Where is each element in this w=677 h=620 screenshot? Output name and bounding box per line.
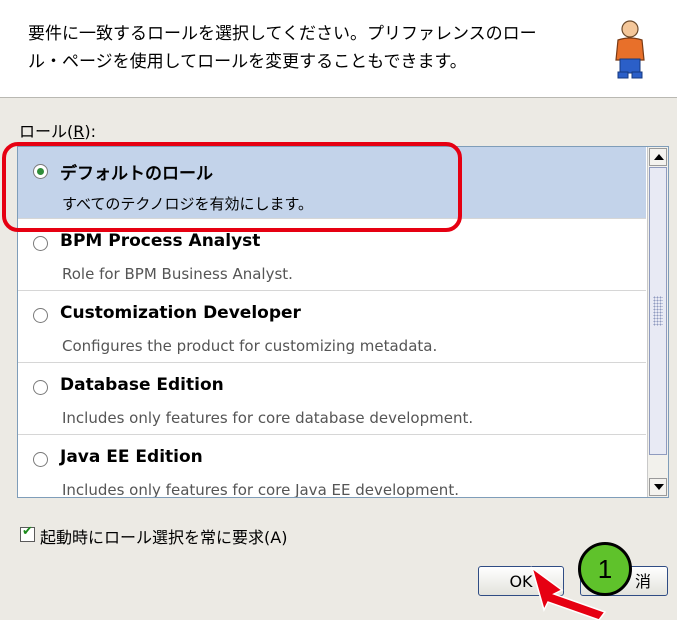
person-icon: [615, 20, 645, 79]
header-text-line1: 要件に一致するロールを選択してください。プリファレンスのロー: [28, 24, 537, 44]
always-prompt-checkbox[interactable]: ✔: [20, 524, 35, 542]
radio-button[interactable]: [33, 380, 48, 395]
dialog-header: 要件に一致するロールを選択してください。プリファレンスのロー ル・ページを使用し…: [0, 0, 677, 98]
roles-label-text: ロール(: [19, 122, 74, 141]
scroll-down-button[interactable]: [649, 478, 667, 496]
header-instructions: 要件に一致するロールを選択してください。プリファレンスのロー ル・ページを使用し…: [28, 20, 588, 76]
checkmark-icon: ✔: [22, 524, 33, 539]
role-description: Includes only features for core Java EE …: [62, 481, 459, 497]
role-description: Role for BPM Business Analyst.: [62, 265, 293, 283]
role-item-database-edition[interactable]: Database Edition Includes only features …: [18, 363, 646, 435]
arrow-down-icon: [654, 484, 664, 490]
role-description: Configures the product for customizing m…: [62, 337, 438, 355]
roles-label-mnemonic: R: [73, 122, 85, 141]
radio-button[interactable]: [33, 236, 48, 251]
radio-button[interactable]: [33, 452, 48, 467]
scrollbar-thumb[interactable]: [649, 167, 667, 455]
role-name: Java EE Edition: [60, 447, 203, 467]
always-prompt-label: 起動時にロール選択を常に要求(A): [40, 528, 288, 547]
role-item-java-ee-edition[interactable]: Java EE Edition Includes only features f…: [18, 435, 646, 497]
role-description: Includes only features for core database…: [62, 409, 474, 427]
header-text-line2: ル・ページを使用してロールを変更することもできます。: [28, 52, 467, 72]
scroll-up-button[interactable]: [649, 148, 667, 166]
grip-icon: [653, 296, 663, 326]
arrow-up-icon: [654, 154, 664, 160]
radio-button[interactable]: [33, 308, 48, 323]
roles-label-suffix: ):: [84, 122, 97, 141]
role-item-customization-developer[interactable]: Customization Developer Configures the p…: [18, 291, 646, 363]
role-name: Customization Developer: [60, 303, 301, 323]
roles-label: ロール(R):: [19, 118, 96, 142]
step-number-badge: 1: [578, 542, 632, 596]
vertical-scrollbar[interactable]: [647, 147, 668, 497]
role-name: Database Edition: [60, 375, 224, 395]
annotation-highlight-box: [2, 142, 462, 232]
role-name: BPM Process Analyst: [60, 231, 261, 251]
